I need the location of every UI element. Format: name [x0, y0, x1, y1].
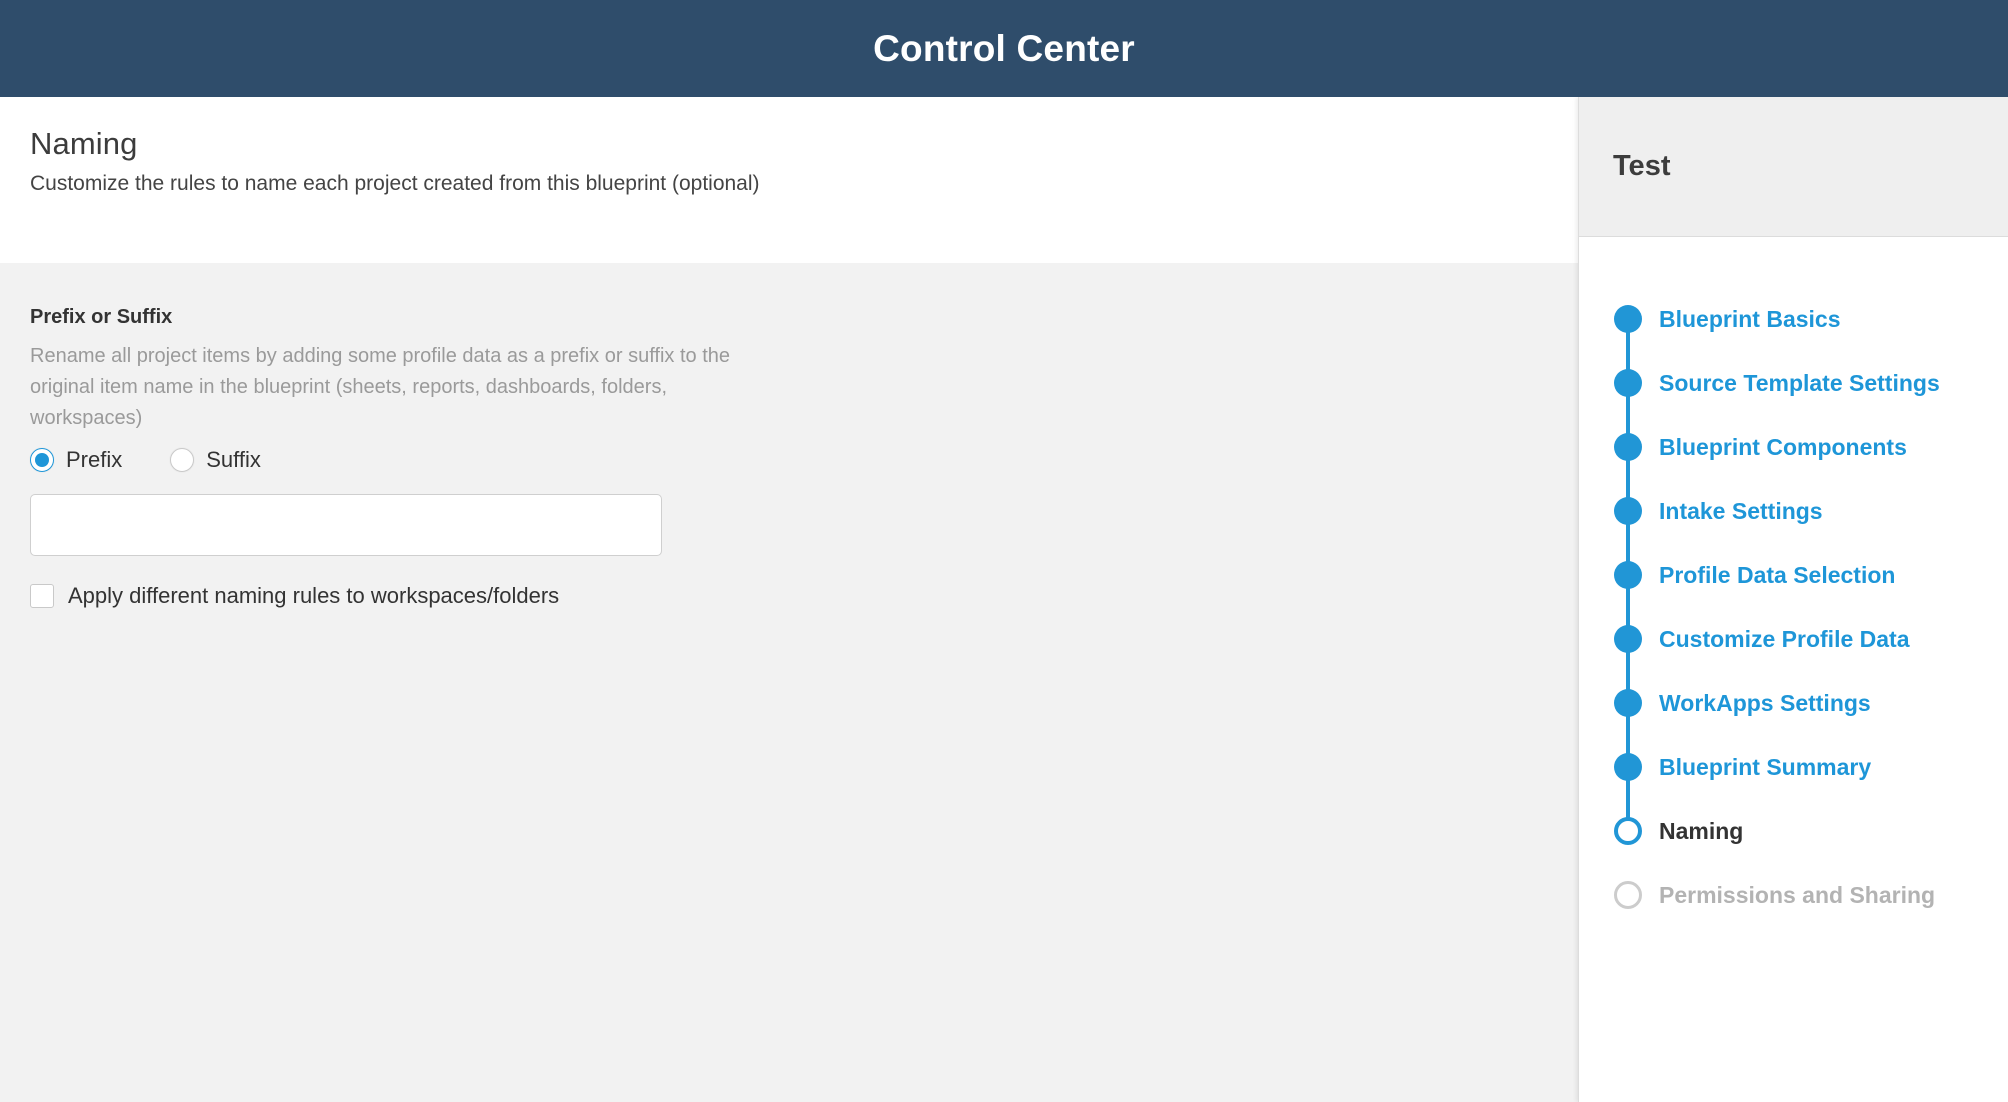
step-marker — [1613, 560, 1643, 590]
main-content: Naming Customize the rules to name each … — [0, 97, 1578, 1102]
step-marker — [1613, 880, 1643, 910]
radio-option-prefix[interactable]: Prefix — [30, 448, 122, 472]
step-label: Naming — [1659, 817, 1744, 844]
wizard-sidebar: Test Blueprint Basics Source Template Set… — [1578, 97, 2008, 1102]
step-label: Blueprint Summary — [1659, 753, 1872, 780]
sidebar-header: Test — [1579, 97, 2008, 237]
wizard-step-blueprint-summary[interactable]: Blueprint Summary — [1579, 735, 2008, 831]
step-circle-current-icon — [1614, 817, 1642, 845]
radio-label-prefix: Prefix — [66, 447, 123, 472]
page-subtitle: Customize the rules to name each project… — [30, 172, 760, 196]
step-marker — [1613, 752, 1643, 782]
step-circle-done-icon — [1614, 561, 1642, 589]
step-label: Blueprint Components — [1659, 433, 1907, 460]
radio-icon-prefix[interactable] — [30, 448, 54, 472]
step-label: Intake Settings — [1659, 497, 1823, 524]
step-label: Permissions and Sharing — [1659, 881, 1936, 908]
step-marker — [1613, 624, 1643, 654]
prefix-suffix-radio-group: Prefix Suffix — [30, 448, 1548, 472]
body-region: Naming Customize the rules to name each … — [0, 97, 2008, 1102]
prefix-suffix-description: Rename all project items by adding some … — [30, 345, 730, 429]
step-label: Blueprint Basics — [1659, 305, 1841, 332]
step-label: WorkApps Settings — [1659, 689, 1871, 716]
checkbox-label-apply-different-rules: Apply different naming rules to workspac… — [68, 583, 560, 608]
step-marker — [1613, 816, 1643, 846]
app-title: Control Center — [873, 28, 1135, 69]
step-circle-done-icon — [1614, 369, 1642, 397]
wizard-step-naming[interactable]: Naming — [1579, 799, 2008, 863]
step-label: Profile Data Selection — [1659, 561, 1896, 588]
step-label: Customize Profile Data — [1659, 625, 1910, 652]
step-circle-done-icon — [1614, 497, 1642, 525]
wizard-step-workapps-settings[interactable]: WorkApps Settings — [1579, 671, 2008, 767]
step-circle-done-icon — [1614, 433, 1642, 461]
app-header: Control Center — [0, 0, 2008, 97]
step-marker — [1613, 368, 1643, 398]
step-circle-done-icon — [1614, 689, 1642, 717]
wizard-step-source-template-settings[interactable]: Source Template Settings — [1579, 351, 2008, 447]
wizard-step-blueprint-components[interactable]: Blueprint Components — [1579, 415, 2008, 511]
blueprint-name: Test — [1613, 150, 1671, 182]
naming-text-input[interactable] — [30, 494, 662, 556]
step-marker — [1613, 432, 1643, 462]
step-marker — [1613, 688, 1643, 718]
wizard-step-list: Blueprint Basics Source Template Settings… — [1579, 237, 2008, 1102]
control-center-app: Control Center Naming Customize the rule… — [0, 0, 2008, 1102]
radio-label-suffix: Suffix — [206, 447, 261, 472]
radio-icon-suffix[interactable] — [170, 448, 195, 472]
naming-form: Prefix or Suffix Rename all project item… — [0, 263, 1578, 1102]
checkbox-icon-apply-different-rules[interactable] — [30, 584, 54, 608]
apply-different-rules-checkbox-row[interactable]: Apply different naming rules to workspac… — [30, 584, 1548, 608]
step-circle-done-icon — [1614, 625, 1642, 653]
step-marker — [1613, 304, 1643, 334]
step-circle-done-icon — [1614, 753, 1642, 781]
wizard-step-blueprint-basics[interactable]: Blueprint Basics — [1579, 287, 2008, 383]
step-marker — [1613, 496, 1643, 526]
wizard-step-intake-settings[interactable]: Intake Settings — [1579, 479, 2008, 575]
prefix-suffix-label: Prefix or Suffix — [30, 306, 173, 328]
radio-option-suffix[interactable]: Suffix — [170, 448, 261, 472]
step-label: Source Template Settings — [1659, 369, 1940, 396]
page-title: Naming — [30, 126, 138, 161]
step-circle-done-icon — [1614, 305, 1642, 333]
wizard-step-profile-data-selection[interactable]: Profile Data Selection — [1579, 543, 2008, 639]
wizard-step-customize-profile-data[interactable]: Customize Profile Data — [1579, 607, 2008, 703]
page-header: Naming Customize the rules to name each … — [0, 97, 1578, 263]
step-circle-upcoming-icon — [1614, 881, 1642, 909]
wizard-step-permissions-and-sharing[interactable]: Permissions and Sharing — [1579, 863, 2008, 927]
